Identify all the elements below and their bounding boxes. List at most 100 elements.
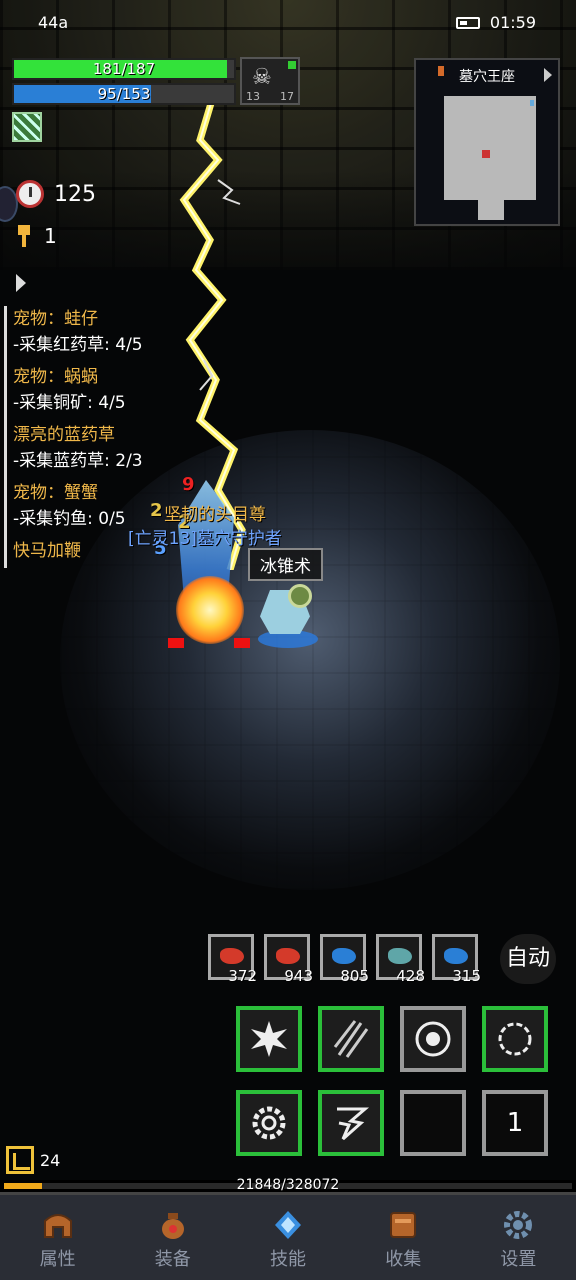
xp-text: 21848/328072: [236, 1177, 340, 1193]
blue-herb-icon: [444, 948, 468, 964]
level-value: 24: [40, 1150, 61, 1170]
quest-title: 快马加鞭: [13, 541, 81, 561]
consumable-slot[interactable]: 372: [208, 934, 257, 985]
quest-item[interactable]: 漂亮的蓝药草 -采集蓝药草: 2/3: [13, 422, 164, 474]
battery-icon: [455, 16, 480, 29]
key-count: 1: [44, 224, 57, 248]
quest-title: 宠物：蛙仔: [13, 309, 98, 329]
quest-item[interactable]: 宠物：蛙仔 -采集红药草: 4/5: [13, 306, 164, 358]
item-count: 315: [452, 967, 481, 985]
skill-grid: 1: [236, 1006, 552, 1156]
fish-icon: [388, 948, 412, 964]
skill-slot[interactable]: [318, 1090, 384, 1156]
quest-progress: -采集铜矿: 4/5: [13, 393, 126, 413]
crystal-icon: [275, 1211, 301, 1239]
player-character: [250, 580, 320, 648]
skill-slot[interactable]: [236, 1090, 302, 1156]
player-marker: [482, 150, 490, 158]
status-bar: 44a 01:59: [0, 0, 576, 44]
mp-bar: 95/153: [12, 83, 236, 105]
minimap-title: 墓穴王座: [459, 69, 515, 85]
nav-collection[interactable]: 收集: [346, 1195, 461, 1280]
gear-skill-icon: [252, 1106, 286, 1140]
explosion-effect: [176, 576, 244, 644]
quest-item[interactable]: 宠物：蟹蟹 -采集钓鱼: 0/5: [13, 480, 164, 532]
item-count: 372: [228, 967, 257, 985]
nav-label: 设置: [500, 1249, 537, 1270]
quest-item[interactable]: 快马加鞭: [13, 538, 164, 564]
level-icon: [6, 1146, 34, 1174]
blue-potion-icon: [332, 948, 356, 964]
ring-skill-icon: [498, 1022, 532, 1056]
red-meat-icon: [220, 948, 244, 964]
helmet-icon: [43, 1214, 72, 1238]
item-count: 943: [284, 967, 313, 985]
consumable-slot[interactable]: 315: [432, 934, 481, 985]
quest-list[interactable]: 宠物：蛙仔 -采集红药草: 4/5 宠物：蜗蜗 -采集铜矿: 4/5 漂亮的蓝药…: [4, 306, 164, 568]
quest-progress: -采集钓鱼: 0/5: [13, 509, 126, 529]
consumable-slot[interactable]: 943: [264, 934, 313, 985]
buff-icon[interactable]: [12, 112, 42, 142]
clock-icon: [16, 180, 44, 208]
shatter-skill-icon: [251, 1021, 287, 1057]
quest-title: 宠物：蟹蟹: [13, 483, 98, 503]
timer-value: 125: [54, 181, 96, 207]
claw-skill-icon: [333, 1020, 369, 1058]
damage-number: 9: [182, 474, 195, 495]
skill-slot[interactable]: [482, 1006, 548, 1072]
hp-bar: 181/187: [12, 58, 236, 80]
empty-skill-slot[interactable]: [400, 1090, 466, 1156]
bag-icon: [161, 1213, 184, 1239]
bottom-nav: 属性 装备 技能 收集 设置: [0, 1192, 576, 1280]
book-icon: [390, 1212, 417, 1238]
item-count: 805: [340, 967, 369, 985]
nova-skill-icon: [415, 1021, 451, 1057]
target-portrait[interactable]: ☠ 13 17: [240, 57, 300, 105]
clock-time: 01:59: [489, 13, 536, 32]
skill-slot[interactable]: [400, 1006, 466, 1072]
red-potion-icon: [276, 948, 300, 964]
portrait-left-value: 13: [246, 90, 260, 103]
nav-label: 收集: [385, 1249, 422, 1270]
consumable-slot[interactable]: 428: [376, 934, 425, 985]
portrait-right-value: 17: [280, 90, 294, 103]
nav-label: 属性: [39, 1249, 76, 1270]
expand-arrow-icon[interactable]: [16, 274, 26, 292]
gear-icon: [504, 1211, 533, 1239]
quest-item[interactable]: 宠物：蜗蜗 -采集铜矿: 4/5: [13, 364, 164, 416]
player-bars: 181/187 95/153: [12, 58, 236, 108]
enemy-title: 坚韧的头目尊: [164, 505, 266, 525]
nav-skills[interactable]: 技能: [230, 1195, 345, 1280]
nav-settings[interactable]: 设置: [461, 1195, 576, 1280]
item-count: 428: [396, 967, 425, 985]
nav-attributes[interactable]: 属性: [0, 1195, 115, 1280]
level-badge: 24: [6, 1146, 60, 1174]
nav-label: 装备: [154, 1249, 191, 1270]
consumable-slot[interactable]: 805: [320, 934, 369, 985]
quest-progress: -采集蓝药草: 2/3: [13, 451, 143, 471]
skill-slot[interactable]: [318, 1006, 384, 1072]
enemy-marker: [168, 638, 184, 648]
quest-title: 漂亮的蓝药草: [13, 425, 115, 445]
minimap[interactable]: 墓穴王座: [414, 58, 560, 226]
key-icon: [16, 225, 32, 247]
hp-text: 181/187: [92, 60, 156, 78]
mp-text: 95/153: [97, 85, 151, 103]
status-left-text: 44a: [38, 13, 69, 32]
shield-icon: [288, 584, 312, 608]
skull-icon: ☠: [252, 65, 272, 90]
skill-cast-label: 冰锥术: [248, 548, 323, 581]
key-counter: 1: [16, 224, 57, 248]
chevron-right-icon[interactable]: [544, 68, 552, 82]
lightning-skill-icon: [337, 1107, 370, 1141]
nav-label: 技能: [270, 1249, 306, 1270]
consumable-bar: 372 943 805 428 315: [208, 934, 481, 985]
skill-slot[interactable]: [236, 1006, 302, 1072]
quest-progress: -采集红药草: 4/5: [13, 335, 143, 355]
nav-equipment[interactable]: 装备: [115, 1195, 230, 1280]
auto-button[interactable]: 自动: [500, 934, 556, 984]
slot-number-label: 1: [506, 1108, 524, 1138]
timer: 125: [16, 180, 96, 208]
skill-slot-number[interactable]: 1: [482, 1090, 548, 1156]
quest-title: 宠物：蜗蜗: [13, 367, 98, 387]
